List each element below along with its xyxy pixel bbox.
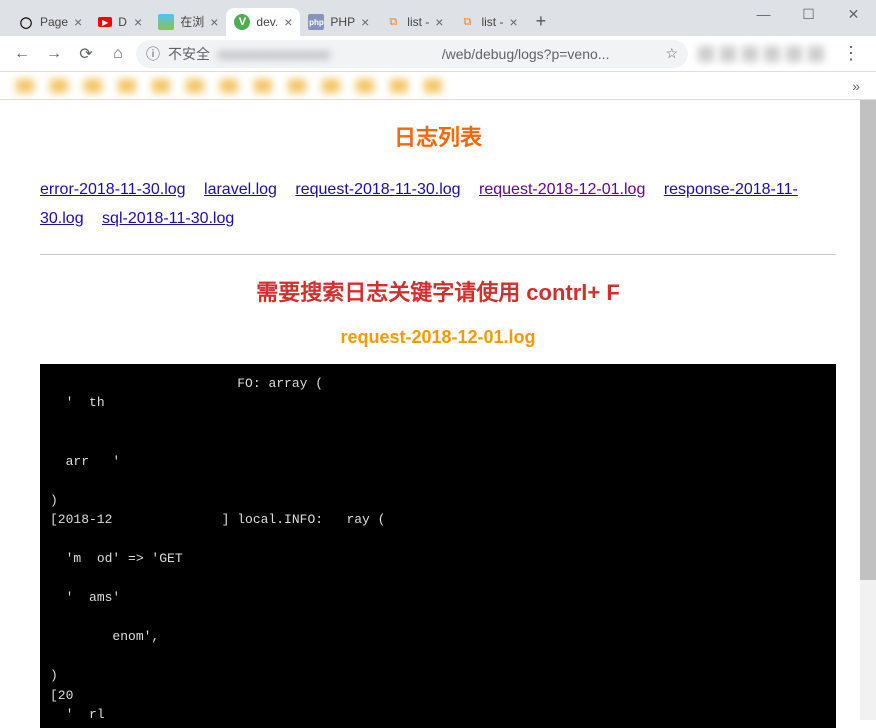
stackoverflow-icon: ⧉ <box>459 14 475 30</box>
reload-button[interactable]: ⟳ <box>72 40 100 68</box>
bookmark-star-icon[interactable]: ☆ <box>665 45 678 62</box>
bookmark-folder[interactable] <box>84 79 102 93</box>
forward-button[interactable]: → <box>40 40 68 68</box>
back-button[interactable]: ← <box>8 40 36 68</box>
info-icon: ⓘ <box>146 44 160 64</box>
url-path: /web/debug/logs?p=veno... <box>442 46 658 62</box>
extension-icon[interactable] <box>808 46 824 62</box>
close-icon[interactable]: × <box>74 14 82 30</box>
close-icon[interactable]: × <box>210 14 218 30</box>
log-file-links: error-2018-11-30.log laravel.log request… <box>40 176 836 234</box>
close-window-button[interactable]: ✕ <box>831 0 876 28</box>
php-icon: php <box>308 14 324 30</box>
browser-toolbar: ← → ⟳ ⌂ ⓘ 不安全 xxxxxxxxxxxxxxxx /web/debu… <box>0 36 876 72</box>
bookmark-folder[interactable] <box>390 79 408 93</box>
extension-icon[interactable] <box>720 46 736 62</box>
address-bar[interactable]: ⓘ 不安全 xxxxxxxxxxxxxxxx /web/debug/logs?p… <box>136 40 688 68</box>
browser-menu-button[interactable]: ⋮ <box>834 43 868 64</box>
divider <box>40 254 836 255</box>
close-icon[interactable]: × <box>509 14 517 30</box>
search-hint: 需要搜索日志关键字请使用 contrl+ F <box>40 275 836 307</box>
bookmark-folder[interactable] <box>152 79 170 93</box>
page-title: 日志列表 <box>40 120 836 152</box>
site-icon <box>158 14 174 30</box>
v-icon: V <box>234 14 250 30</box>
log-link-request-1130[interactable]: request-2018-11-30.log <box>295 181 460 198</box>
extensions <box>692 46 830 62</box>
security-label: 不安全 <box>168 44 210 64</box>
bookmark-folder[interactable] <box>50 79 68 93</box>
tab-title: list - <box>481 15 503 29</box>
youtube-icon: ▶ <box>98 17 112 27</box>
bookmark-folder[interactable] <box>186 79 204 93</box>
tab-title: D <box>118 15 128 29</box>
tab-title: 在浏 <box>180 13 204 30</box>
close-icon[interactable]: × <box>284 14 292 30</box>
bookmark-folder[interactable] <box>16 79 34 93</box>
bookmark-folder[interactable] <box>424 79 442 93</box>
extension-icon[interactable] <box>764 46 780 62</box>
tab-title: PHP <box>330 15 355 29</box>
tab-stackoverflow-1[interactable]: ⧉ list - × <box>377 8 451 36</box>
log-link-request-1201[interactable]: request-2018-12-01.log <box>479 181 645 198</box>
tab-dev-active[interactable]: V dev. × <box>226 8 300 36</box>
tab-title: Page <box>40 15 68 29</box>
bookmark-folder[interactable] <box>254 79 272 93</box>
bookmark-folder[interactable] <box>322 79 340 93</box>
url-host: xxxxxxxxxxxxxxxx <box>218 46 434 62</box>
extension-icon[interactable] <box>698 46 714 62</box>
tab-github[interactable]: ◯ Page × <box>10 8 90 36</box>
tab-title: dev. <box>256 15 278 29</box>
tab-php[interactable]: php PHP × <box>300 8 377 36</box>
current-log-file: request-2018-12-01.log <box>40 327 836 348</box>
log-link-laravel[interactable]: laravel.log <box>204 181 277 198</box>
window-controls: — ☐ ✕ <box>741 0 876 28</box>
github-icon: ◯ <box>18 14 34 30</box>
log-output: FO: array ( ' th arr ' ) [2018-12 ] loca… <box>40 364 836 728</box>
log-link-error[interactable]: error-2018-11-30.log <box>40 181 186 198</box>
home-button[interactable]: ⌂ <box>104 40 132 68</box>
tab-title: list - <box>407 15 429 29</box>
scrollbar-track[interactable] <box>860 100 876 720</box>
tab-stackoverflow-2[interactable]: ⧉ list - × <box>451 8 525 36</box>
tab-youtube[interactable]: ▶ D × <box>90 8 150 36</box>
new-tab-button[interactable]: + <box>526 7 557 36</box>
close-icon[interactable]: × <box>361 14 369 30</box>
bookmarks-overflow-button[interactable]: » <box>852 78 860 94</box>
bookmark-folder[interactable] <box>288 79 306 93</box>
bookmark-folder[interactable] <box>356 79 374 93</box>
log-link-sql[interactable]: sql-2018-11-30.log <box>102 210 234 227</box>
bookmarks-bar: » <box>0 72 876 100</box>
maximize-button[interactable]: ☐ <box>786 0 831 28</box>
extension-icon[interactable] <box>742 46 758 62</box>
tab-browser[interactable]: 在浏 × <box>150 7 226 36</box>
page-content: 日志列表 error-2018-11-30.log laravel.log re… <box>0 100 876 728</box>
bookmark-folder[interactable] <box>118 79 136 93</box>
bookmark-folder[interactable] <box>220 79 238 93</box>
stackoverflow-icon: ⧉ <box>385 14 401 30</box>
close-icon[interactable]: × <box>134 14 142 30</box>
minimize-button[interactable]: — <box>741 0 786 28</box>
close-icon[interactable]: × <box>435 14 443 30</box>
scrollbar-thumb[interactable] <box>860 100 876 580</box>
extension-icon[interactable] <box>786 46 802 62</box>
